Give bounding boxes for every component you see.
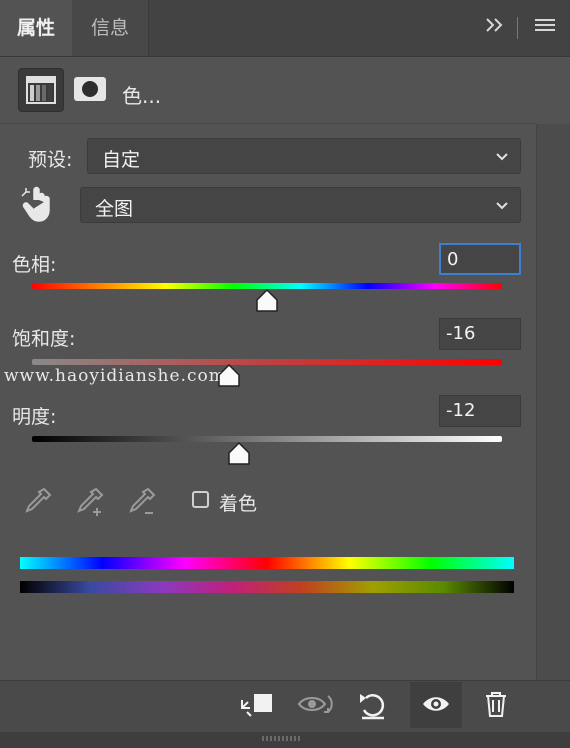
colorize-label: 着色 — [219, 493, 258, 515]
clip-to-layer-icon[interactable] — [236, 682, 280, 728]
layer-mask-icon[interactable] — [68, 68, 112, 110]
toggle-visibility-icon[interactable] — [410, 682, 462, 728]
range-dropdown[interactable]: 全图 — [80, 187, 521, 223]
preset-label: 预设: — [28, 149, 73, 171]
targeted-adjustment-hand-icon[interactable] — [20, 186, 56, 228]
header-separator — [0, 123, 536, 124]
reset-icon[interactable] — [352, 682, 396, 728]
saturation-slider-track[interactable] — [32, 359, 502, 365]
tabbar-divider — [517, 17, 518, 39]
panel-scrollbar[interactable] — [536, 124, 570, 680]
chevron-down-icon — [494, 197, 510, 217]
hue-slider-thumb[interactable] — [255, 288, 279, 313]
input-color-bar — [20, 557, 514, 569]
eyedropper-subtract-icon[interactable] — [126, 486, 158, 524]
watermark-text: www.haoyidianshe.com — [4, 366, 226, 386]
range-value: 全图 — [95, 198, 134, 220]
eyedropper-icon[interactable] — [22, 486, 54, 524]
preset-dropdown[interactable]: 自定 — [87, 138, 521, 174]
lightness-slider-thumb[interactable] — [227, 441, 251, 466]
lightness-label: 明度: — [12, 406, 57, 428]
lightness-slider-track[interactable] — [32, 436, 502, 442]
panel-title: 色... — [122, 84, 162, 108]
adjustment-layer-icon[interactable] — [18, 68, 64, 112]
saturation-label: 饱和度: — [12, 328, 76, 350]
tab-info[interactable]: 信息 — [72, 0, 149, 56]
trash-icon[interactable] — [474, 682, 518, 728]
preset-value: 自定 — [102, 149, 141, 171]
view-previous-state-icon[interactable] — [294, 682, 338, 728]
panel-menu-icon[interactable] — [534, 14, 556, 41]
resize-grip[interactable] — [262, 736, 302, 741]
eyedropper-add-icon[interactable] — [74, 486, 106, 524]
saturation-slider-thumb[interactable] — [217, 363, 241, 388]
tab-properties[interactable]: 属性 — [0, 0, 72, 56]
saturation-input[interactable]: -16 — [439, 318, 521, 350]
lightness-input[interactable]: -12 — [439, 395, 521, 427]
hue-input[interactable]: 0 — [439, 243, 521, 275]
hue-label: 色相: — [12, 254, 57, 276]
collapse-panel-icon[interactable] — [484, 14, 506, 41]
chevron-down-icon — [494, 148, 510, 168]
output-color-bar — [20, 581, 514, 593]
colorize-checkbox[interactable] — [192, 491, 209, 508]
